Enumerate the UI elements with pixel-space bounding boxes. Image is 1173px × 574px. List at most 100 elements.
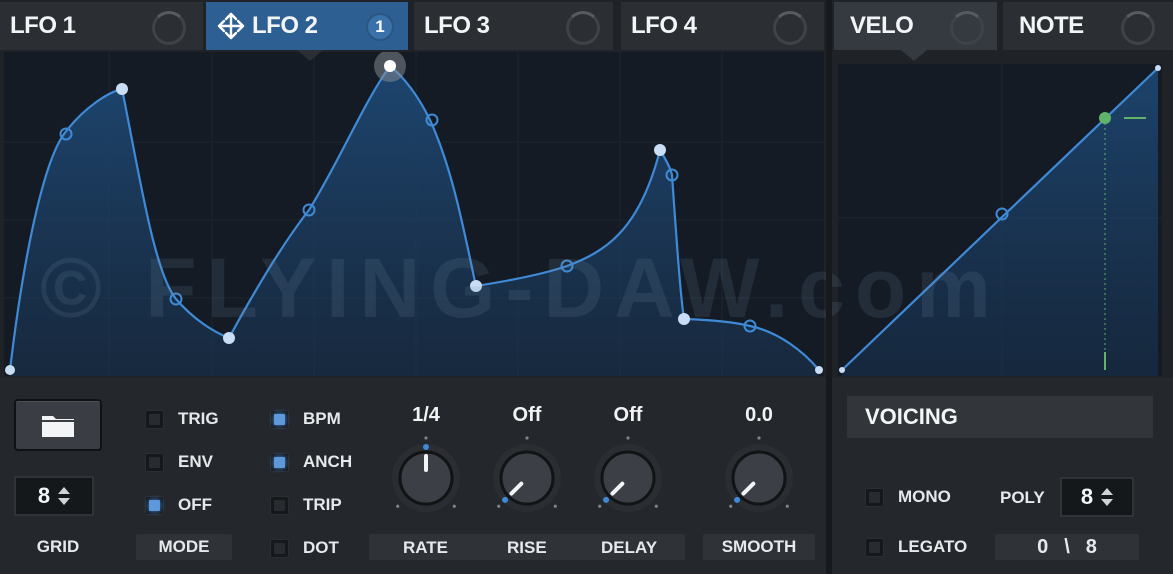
mode-off-toggle[interactable]: OFF <box>145 495 212 515</box>
tab-lfo4-label: LFO 4 <box>631 12 697 39</box>
anch-label: ANCH <box>303 452 353 471</box>
lfo2-assign-badge: 1 <box>366 13 394 41</box>
env-label: ENV <box>178 452 213 471</box>
curve-node[interactable] <box>815 366 823 374</box>
preset-folder-button[interactable] <box>14 399 102 451</box>
velocity-curve-editor[interactable] <box>838 64 1162 376</box>
velocity-curve-graph[interactable] <box>838 64 1162 376</box>
poly-value: 8 <box>1080 484 1094 509</box>
knob-tick <box>452 504 456 508</box>
knob-tick <box>424 436 428 440</box>
knob-tick <box>497 504 501 508</box>
off-checkbox[interactable] <box>145 495 164 515</box>
voicing-title: VOICING <box>847 396 1153 438</box>
velo-amount-ring-icon[interactable] <box>950 11 984 45</box>
tab-velo[interactable]: VELO <box>834 2 997 50</box>
anch-checkbox[interactable] <box>270 452 289 472</box>
knob-position-mark <box>502 496 509 503</box>
lfo3-amount-ring-icon[interactable] <box>566 11 600 45</box>
smooth-label: SMOOTH <box>703 534 815 560</box>
curve-node[interactable] <box>654 144 666 156</box>
note-amount-ring-icon[interactable] <box>1121 11 1155 45</box>
anch-toggle[interactable]: ANCH <box>270 452 352 472</box>
mono-toggle[interactable]: MONO <box>865 487 951 507</box>
lfo4-amount-ring-icon[interactable] <box>773 11 807 45</box>
rate-knob[interactable] <box>384 436 468 520</box>
poly-label: POLY <box>1000 488 1045 507</box>
tab-lfo4[interactable]: LFO 4 <box>621 2 824 50</box>
active-tab-caret <box>297 50 323 61</box>
rise-label: RISE <box>507 538 547 557</box>
dot-label: DOT <box>303 538 339 557</box>
lfo1-amount-ring-icon[interactable] <box>152 11 186 45</box>
trip-label: TRIP <box>303 495 342 514</box>
velocity-end-node[interactable] <box>1155 65 1161 71</box>
velocity-start-node[interactable] <box>839 367 845 373</box>
env-checkbox[interactable] <box>145 452 164 472</box>
knob-tick <box>757 436 761 440</box>
knob-cap <box>600 450 656 506</box>
arrow-down-icon[interactable] <box>58 498 71 505</box>
lfo-curve-fill <box>10 66 819 376</box>
delay-label: DELAY <box>601 538 658 557</box>
knob-tick <box>553 504 557 508</box>
curve-node[interactable] <box>116 83 128 95</box>
mono-label: MONO <box>898 487 951 506</box>
mode-env-toggle[interactable]: ENV <box>145 452 213 472</box>
off-label: OFF <box>178 495 212 514</box>
voices-separator: \ <box>1064 535 1070 558</box>
delay-value: Off <box>613 404 643 426</box>
lfo-curve-graph[interactable] <box>4 52 824 376</box>
tab-lfo1[interactable]: LFO 1 <box>0 2 203 50</box>
knob-tick <box>525 436 529 440</box>
legato-label: LEGATO <box>898 537 968 556</box>
grid-stepper[interactable]: 8 <box>14 476 94 516</box>
velo-tab-caret <box>901 50 927 61</box>
tab-lfo1-label: LFO 1 <box>10 12 76 39</box>
knob-position-mark <box>603 496 610 503</box>
bpm-label: BPM <box>303 409 341 428</box>
dot-toggle[interactable]: DOT <box>270 538 339 558</box>
trip-toggle[interactable]: TRIP <box>270 495 342 515</box>
tab-lfo2-label: LFO 2 <box>252 12 318 39</box>
grid-stepper-arrows[interactable] <box>58 487 71 505</box>
curve-node[interactable] <box>470 280 482 292</box>
tab-lfo3-label: LFO 3 <box>424 12 490 39</box>
trip-checkbox[interactable] <box>270 495 289 515</box>
grid-value: 8 <box>37 483 51 508</box>
trig-label: TRIG <box>178 409 219 428</box>
velocity-marker-dot <box>1099 112 1111 124</box>
knob-tick <box>654 504 658 508</box>
bpm-checkbox[interactable] <box>270 409 289 429</box>
arrow-up-icon[interactable] <box>1101 488 1114 495</box>
smooth-knob[interactable] <box>717 436 801 520</box>
tab-lfo2[interactable]: LFO 2 1 <box>206 2 408 50</box>
arrow-up-icon[interactable] <box>58 487 71 494</box>
tab-note[interactable]: NOTE <box>1003 2 1173 50</box>
tab-lfo3[interactable]: LFO 3 <box>414 2 613 50</box>
mode-trig-toggle[interactable]: TRIG <box>145 409 219 429</box>
poly-stepper[interactable]: 8 <box>1060 477 1134 517</box>
curve-node[interactable] <box>5 365 15 375</box>
arrow-down-icon[interactable] <box>1101 499 1114 506</box>
voices-total: 8 <box>1085 535 1097 558</box>
curve-node[interactable] <box>678 313 690 325</box>
mono-checkbox[interactable] <box>865 487 884 507</box>
legato-checkbox[interactable] <box>865 537 884 557</box>
smooth-value: 0.0 <box>745 404 773 426</box>
delay-knob[interactable] <box>586 436 670 520</box>
knob-tick <box>729 504 733 508</box>
poly-stepper-arrows[interactable] <box>1101 488 1114 506</box>
tab-velo-label: VELO <box>850 12 914 39</box>
rise-knob[interactable] <box>485 436 569 520</box>
curve-node[interactable] <box>223 332 235 344</box>
bpm-toggle[interactable]: BPM <box>270 409 341 429</box>
knob-tick <box>396 504 400 508</box>
legato-toggle[interactable]: LEGATO <box>865 537 967 557</box>
trig-checkbox[interactable] <box>145 409 164 429</box>
voices-used: 0 <box>1037 535 1049 558</box>
dot-checkbox[interactable] <box>270 538 289 558</box>
curve-node-selected[interactable] <box>384 60 396 72</box>
lfo-shape-editor[interactable] <box>4 52 824 376</box>
move-icon[interactable] <box>216 11 246 41</box>
